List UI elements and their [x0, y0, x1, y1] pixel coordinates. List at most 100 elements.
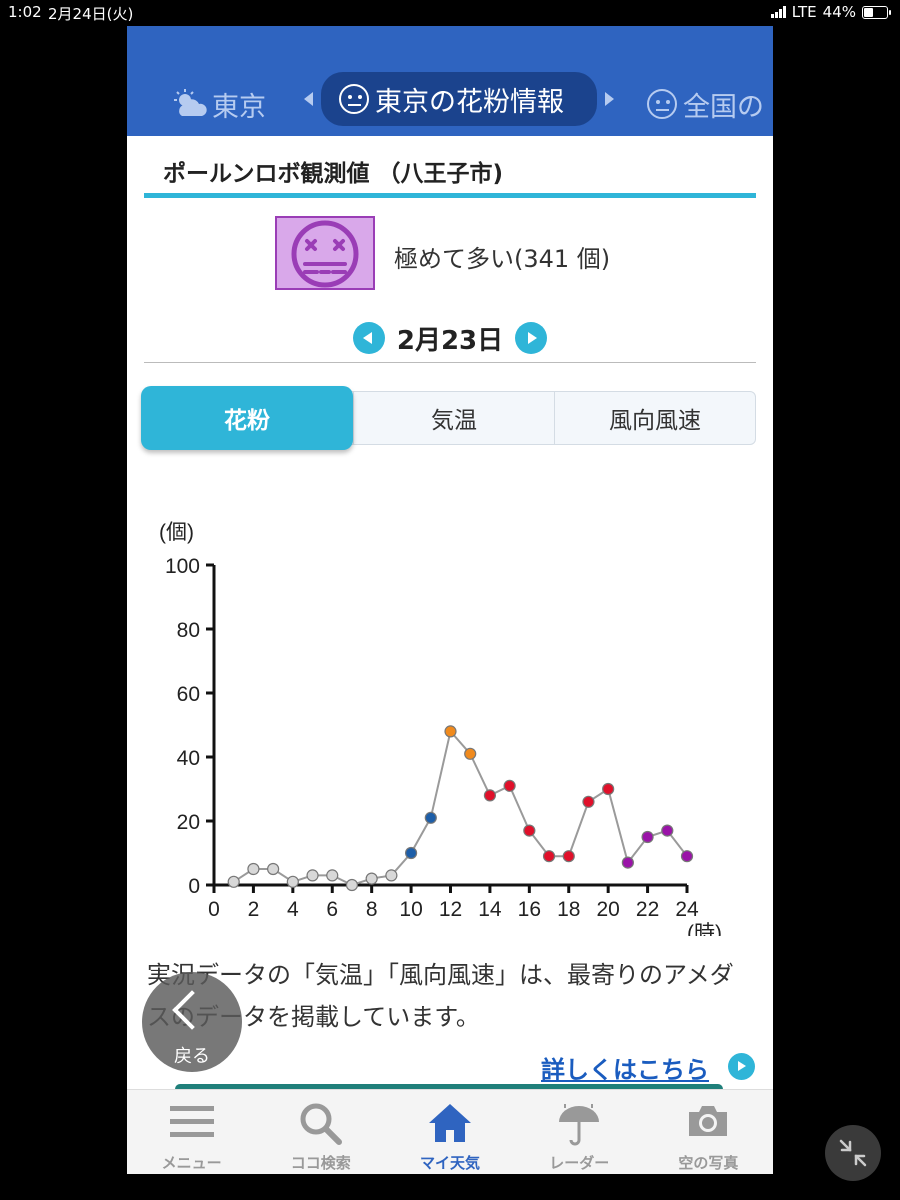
- bottom-tabbar: メニュー ココ検索 マイ天気 レーダー 空の写真: [127, 1089, 773, 1174]
- cloud-sun-icon: [172, 88, 210, 120]
- title-divider: [144, 193, 756, 198]
- header-nav: 東京 東京の花粉情報 全国の: [127, 26, 773, 136]
- data-point: [365, 872, 378, 885]
- data-point: [247, 862, 260, 876]
- nav-item-label: 全国の: [683, 91, 764, 123]
- status-bar: 1:02 2月24日(火) LTE 44%: [0, 0, 900, 26]
- date-divider: [144, 362, 756, 363]
- status-date: 2月24日(火): [48, 5, 134, 23]
- nav-item-label: 東京の花粉情報: [375, 86, 564, 118]
- data-point: [227, 875, 240, 888]
- camera-icon: [687, 1102, 729, 1144]
- status-time: 1:02: [8, 3, 42, 21]
- prev-day-button[interactable]: [353, 322, 385, 354]
- tabbar-sky-photos[interactable]: 空の写真: [644, 1090, 773, 1174]
- battery-icon: [862, 5, 891, 19]
- data-point: [680, 850, 694, 863]
- data-point: [464, 747, 477, 760]
- data-point: [404, 846, 418, 860]
- x-tick-label: 0: [208, 898, 220, 921]
- search-icon: [299, 1102, 343, 1150]
- series-line: [233, 729, 688, 887]
- data-point: [542, 850, 556, 863]
- tabbar-label: 空の写真: [678, 1154, 739, 1172]
- data-point: [286, 875, 299, 888]
- pollen-face-icon: [647, 89, 677, 119]
- y-tick-label: 60: [177, 683, 200, 706]
- nav-item-tokyo[interactable]: 東京: [172, 84, 266, 124]
- tab-pollen[interactable]: 花粉: [141, 386, 353, 450]
- tabbar-label: メニュー: [161, 1154, 222, 1172]
- x-axis-label: (時): [687, 922, 722, 936]
- menu-icon: [169, 1102, 214, 1146]
- data-point: [345, 878, 359, 892]
- nav-item-national[interactable]: 全国の: [647, 84, 764, 124]
- y-tick-label: 80: [177, 619, 200, 642]
- back-label: 戻る: [174, 1046, 210, 1067]
- y-tick-label: 0: [188, 875, 200, 898]
- x-tick-label: 16: [518, 898, 541, 921]
- station-title: ポールンロボ観測値 （八王子市): [163, 161, 504, 187]
- data-point: [582, 795, 595, 808]
- data-point: [483, 789, 497, 802]
- data-point: [444, 725, 457, 738]
- x-tick-label: 22: [636, 898, 659, 921]
- y-axis-label: (個): [159, 521, 194, 544]
- pollen-level-text: 極めて多い(341 個): [394, 245, 611, 273]
- x-tick-label: 8: [366, 898, 378, 921]
- x-tick-label: 20: [596, 898, 619, 921]
- data-point: [503, 779, 516, 792]
- home-icon: [427, 1102, 473, 1148]
- y-tick-label: 40: [177, 747, 200, 770]
- date-selector: 2月23日: [353, 318, 547, 358]
- data-point: [523, 824, 536, 837]
- data-point: [602, 782, 615, 796]
- more-arrow-icon[interactable]: [728, 1053, 755, 1080]
- back-chevron-icon: [172, 990, 212, 1030]
- tabbar-label: マイ天気: [420, 1154, 481, 1172]
- tabbar-label: ココ検索: [290, 1154, 351, 1172]
- umbrella-icon: [556, 1102, 602, 1152]
- x-tick-label: 2: [248, 898, 260, 921]
- x-tick-label: 4: [287, 898, 299, 921]
- status-indicators: LTE 44%: [770, 3, 891, 21]
- tabbar-radar[interactable]: レーダー: [515, 1090, 644, 1174]
- data-point: [267, 862, 280, 876]
- pollen-chart-svg: 0204060801000 2 4 6 8 10 12 14 16 18 20 22 24(個)(時): [159, 521, 722, 945]
- tabbar-menu[interactable]: メニュー: [127, 1090, 256, 1174]
- network-label: LTE: [791, 3, 817, 21]
- x-tick-label: 18: [557, 898, 580, 921]
- data-point: [641, 830, 654, 844]
- nav-item-tokyo-pollen[interactable]: 東京の花粉情報: [321, 72, 597, 126]
- back-button[interactable]: 戻る: [142, 972, 242, 1072]
- data-point: [385, 869, 398, 882]
- data-point: [306, 869, 319, 882]
- tab-wind[interactable]: 風向風速: [554, 392, 755, 444]
- y-tick-label: 20: [177, 811, 200, 834]
- next-day-button[interactable]: [515, 322, 547, 354]
- tabbar-search[interactable]: ココ検索: [256, 1090, 385, 1174]
- x-tick-label: 12: [439, 898, 462, 921]
- tabbar-label: レーダー: [549, 1154, 610, 1172]
- x-tick-label: 24: [675, 898, 699, 921]
- more-details-link[interactable]: 詳しくはこちら: [541, 1050, 709, 1085]
- data-point: [326, 869, 339, 882]
- x-tick-label: 10: [399, 898, 422, 921]
- x-tick-label: 14: [478, 898, 502, 921]
- nav-prev-arrow-icon[interactable]: [304, 92, 313, 106]
- weather-app: 東京 東京の花粉情報 全国の ポールンロボ観測値 （八王子市) 極めて多い(34…: [127, 26, 773, 1174]
- nav-next-arrow-icon[interactable]: [605, 92, 614, 106]
- data-tabs: 花粉 気温 風向風速: [141, 386, 756, 450]
- signal-icon: [770, 6, 786, 18]
- x-tick-label: 6: [326, 898, 338, 921]
- pollen-face-icon: [339, 84, 369, 114]
- nav-item-label: 東京: [212, 91, 266, 123]
- data-point: [661, 824, 674, 837]
- shrink-button[interactable]: [825, 1125, 881, 1181]
- date-label: 2月23日: [396, 326, 504, 356]
- y-tick-label: 100: [165, 555, 200, 578]
- data-point: [621, 856, 634, 869]
- battery-percent: 44%: [822, 3, 856, 21]
- tab-temperature[interactable]: 気温: [353, 392, 554, 444]
- tabbar-my-weather[interactable]: マイ天気: [385, 1090, 514, 1174]
